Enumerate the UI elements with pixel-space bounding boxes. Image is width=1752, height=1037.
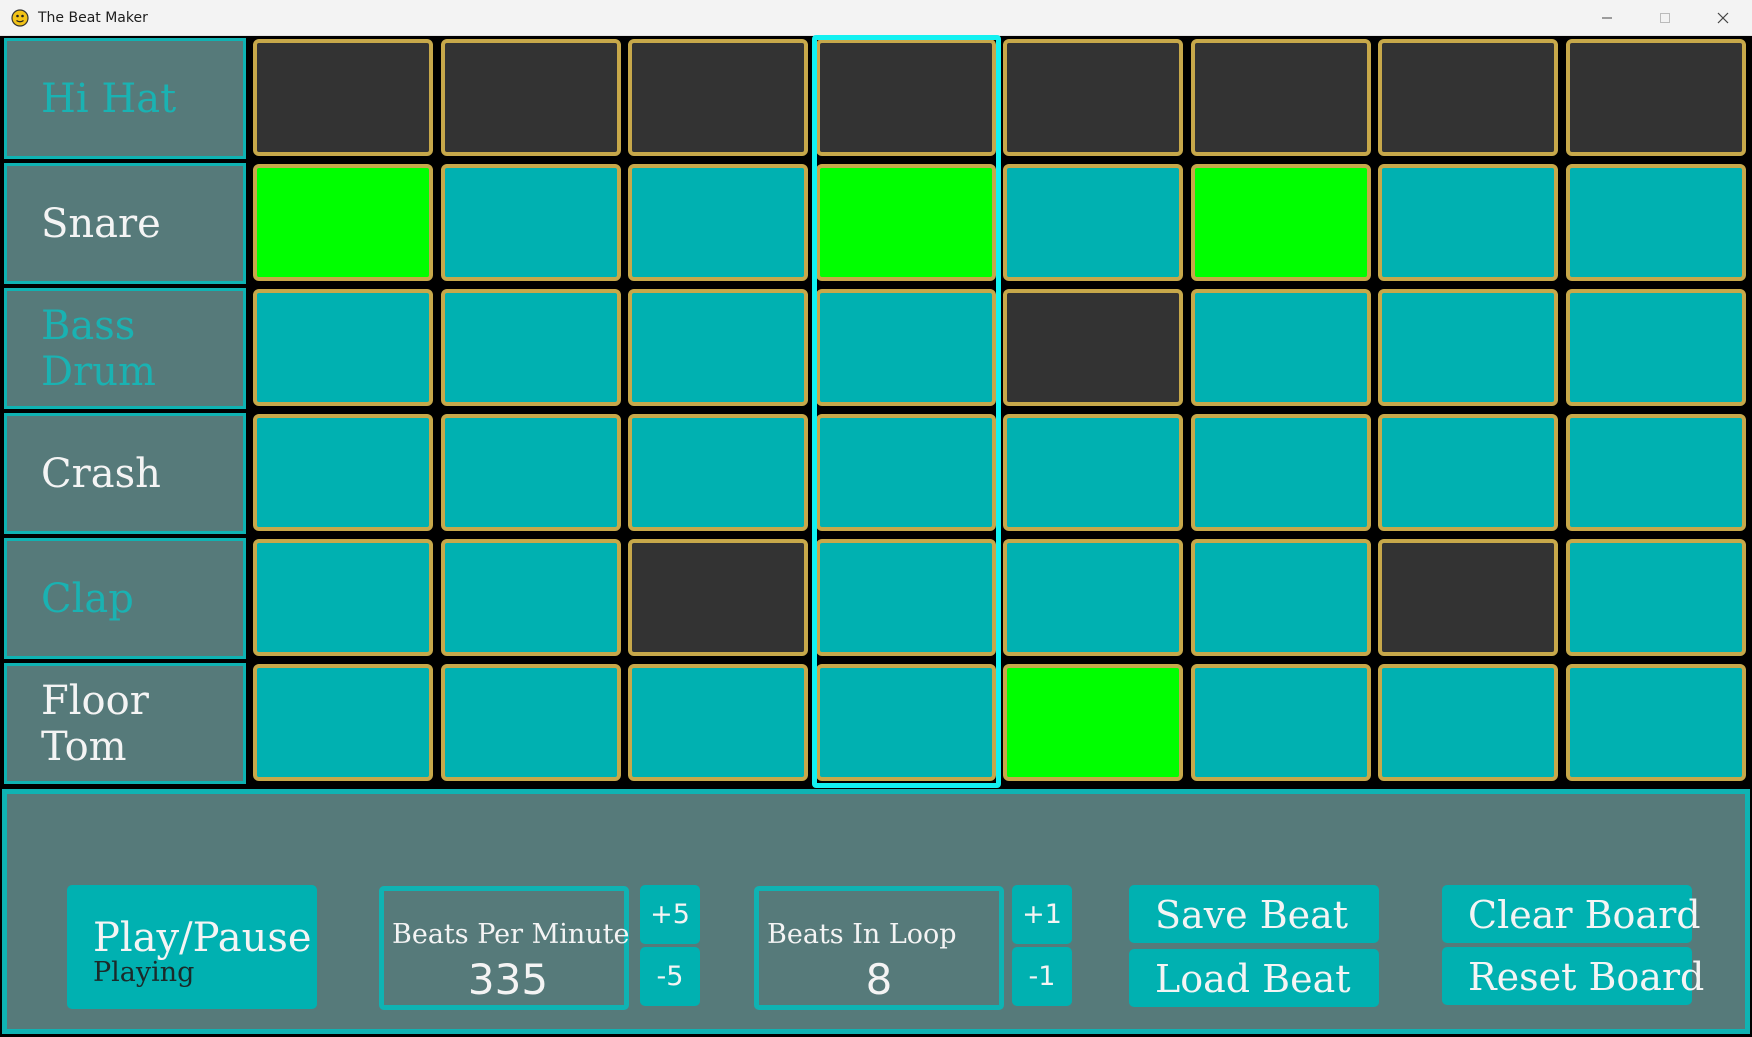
beat-cell[interactable] <box>1565 164 1746 281</box>
beat-cell[interactable] <box>1003 164 1183 281</box>
beat-cell[interactable] <box>1565 289 1746 406</box>
beat-cell[interactable] <box>1003 539 1183 656</box>
beat-cell[interactable] <box>815 164 996 281</box>
beat-cell[interactable] <box>440 539 621 656</box>
instrument-label-hi-hat[interactable]: Hi Hat <box>4 38 246 159</box>
beat-cell[interactable] <box>1003 289 1183 406</box>
beat-cell[interactable] <box>440 39 621 156</box>
beat-cell[interactable] <box>253 539 433 656</box>
beat-cell[interactable] <box>1190 289 1371 406</box>
beats-in-loop-label: Beats In Loop <box>767 919 957 950</box>
beat-cell[interactable] <box>440 164 621 281</box>
beat-cell[interactable] <box>628 664 808 781</box>
python-snake-icon <box>10 8 30 28</box>
beat-cell[interactable] <box>1565 664 1746 781</box>
beat-cell[interactable] <box>1565 39 1746 156</box>
beat-cell[interactable] <box>1190 664 1371 781</box>
beat-cell[interactable] <box>440 289 621 406</box>
beat-cell[interactable] <box>253 664 433 781</box>
minimize-icon[interactable] <box>1578 0 1636 36</box>
beat-cell[interactable] <box>1190 164 1371 281</box>
beat-cell[interactable] <box>440 414 621 531</box>
beat-cell[interactable] <box>628 164 808 281</box>
beat-cell[interactable] <box>1378 539 1558 656</box>
window-title: The Beat Maker <box>38 9 148 26</box>
beat-cell[interactable] <box>253 164 433 281</box>
bpm-value: 335 <box>467 955 549 1004</box>
save-beat-button[interactable]: Save Beat <box>1129 885 1379 943</box>
beat-cell[interactable] <box>253 39 433 156</box>
window-controls <box>1578 0 1752 36</box>
beat-cell[interactable] <box>1003 664 1183 781</box>
app-canvas: Hi Hat Snare Bass Drum Crash Clap Floor … <box>0 35 1752 1037</box>
beats-decrease-button[interactable]: -1 <box>1012 947 1072 1006</box>
beat-cell[interactable] <box>1190 39 1371 156</box>
maximize-icon[interactable] <box>1636 0 1694 36</box>
beats-in-loop-readout: Beats In Loop 8 <box>754 886 1004 1010</box>
reset-board-button[interactable]: Reset Board <box>1442 947 1704 1005</box>
beat-cell[interactable] <box>1003 414 1183 531</box>
beat-cell[interactable] <box>440 664 621 781</box>
play-pause-button[interactable]: Play/Pause Playing <box>67 885 317 1009</box>
beat-cell[interactable] <box>1378 39 1558 156</box>
beat-grid <box>250 35 1752 788</box>
instrument-label-bass-drum[interactable]: Bass Drum <box>4 288 246 409</box>
bpm-increase-button[interactable]: +5 <box>640 885 700 944</box>
beat-cell[interactable] <box>815 414 996 531</box>
close-icon[interactable] <box>1694 0 1752 36</box>
instrument-label-clap[interactable]: Clap <box>4 538 246 659</box>
instrument-label-column: Hi Hat Snare Bass Drum Crash Clap Floor … <box>0 36 250 786</box>
beats-in-loop-value: 8 <box>865 955 893 1004</box>
beat-cell[interactable] <box>815 289 996 406</box>
beat-cell[interactable] <box>1565 414 1746 531</box>
bpm-decrease-button[interactable]: -5 <box>640 947 700 1006</box>
beat-cell[interactable] <box>628 289 808 406</box>
beats-increase-button[interactable]: +1 <box>1012 885 1072 944</box>
beat-cell[interactable] <box>1003 39 1183 156</box>
bpm-readout: Beats Per Minute 335 <box>379 886 630 1010</box>
beat-cell[interactable] <box>253 414 433 531</box>
window-titlebar: The Beat Maker <box>0 0 1752 36</box>
beat-cell[interactable] <box>1565 539 1746 656</box>
bpm-label: Beats Per Minute <box>392 919 630 950</box>
beat-cell[interactable] <box>815 39 996 156</box>
beat-cell[interactable] <box>628 39 808 156</box>
beat-cell[interactable] <box>1378 289 1558 406</box>
beat-cell[interactable] <box>1378 414 1558 531</box>
playback-status: Playing <box>93 957 195 988</box>
beat-cell[interactable] <box>1190 539 1371 656</box>
beat-cell[interactable] <box>1190 414 1371 531</box>
beat-cell[interactable] <box>1378 164 1558 281</box>
clear-board-button[interactable]: Clear Board <box>1442 885 1701 943</box>
beat-cell[interactable] <box>628 414 808 531</box>
beat-cell[interactable] <box>253 289 433 406</box>
instrument-label-floor-tom[interactable]: Floor Tom <box>4 663 246 784</box>
control-panel: Play/Pause Playing Beats Per Minute 335 … <box>2 789 1750 1034</box>
beat-cell[interactable] <box>815 664 996 781</box>
instrument-label-snare[interactable]: Snare <box>4 163 246 284</box>
beat-cell[interactable] <box>815 539 996 656</box>
beat-cell[interactable] <box>628 539 808 656</box>
beat-cell[interactable] <box>1378 664 1558 781</box>
instrument-label-crash[interactable]: Crash <box>4 413 246 534</box>
play-pause-label: Play/Pause <box>93 915 312 961</box>
load-beat-button[interactable]: Load Beat <box>1129 949 1379 1007</box>
